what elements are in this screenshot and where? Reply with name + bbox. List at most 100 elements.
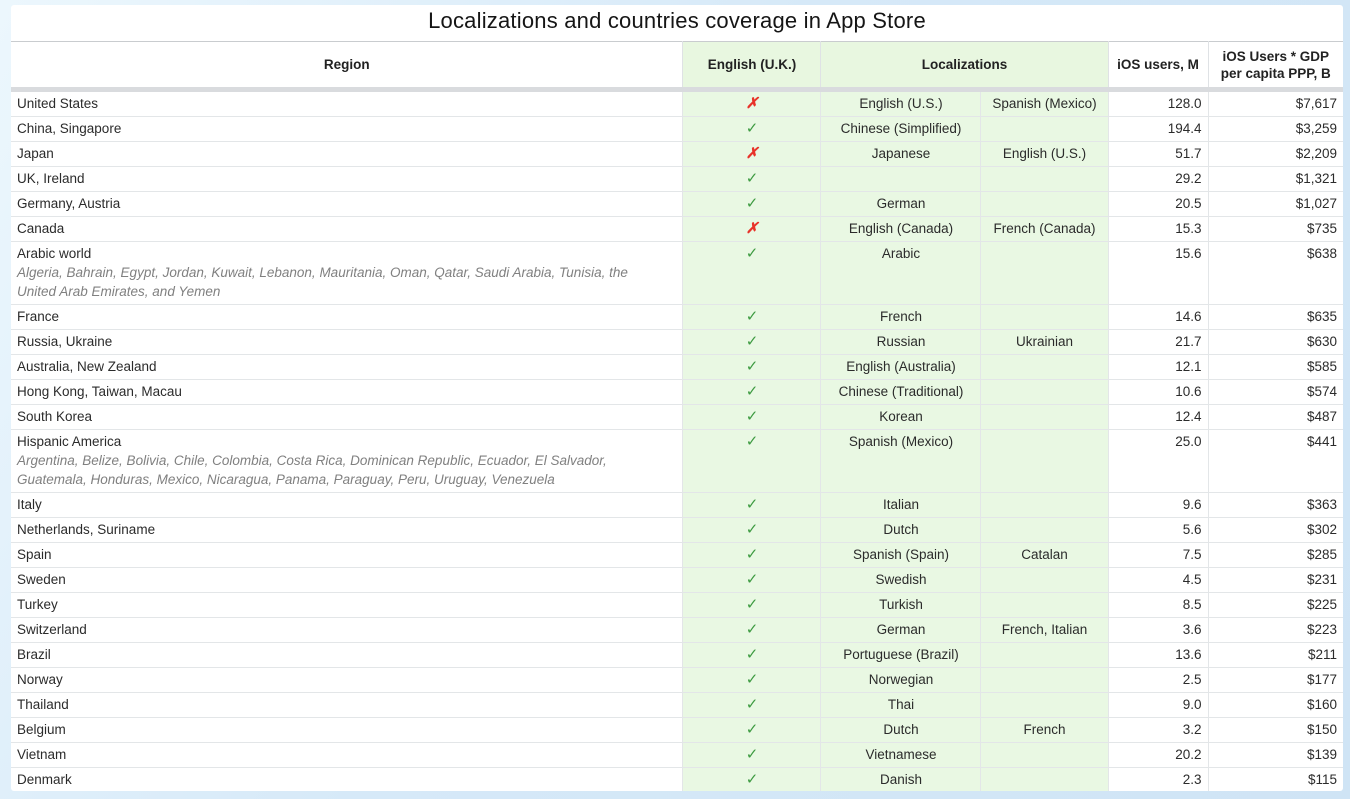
localization-2-cell <box>981 167 1108 192</box>
localization-2-cell <box>981 768 1108 792</box>
region-name: Denmark <box>17 771 676 789</box>
localization-2-cell <box>981 117 1108 142</box>
ios-users-cell: 2.3 <box>1108 768 1208 792</box>
localization-2-cell: French <box>981 718 1108 743</box>
cross-icon: ✗ <box>746 145 759 162</box>
table-row: Turkey✓Turkish8.5$225 <box>11 593 1343 618</box>
english-uk-cell: ✓ <box>683 643 821 668</box>
region-cell: Sweden <box>11 568 683 593</box>
region-cell: Canada <box>11 217 683 242</box>
check-icon: ✓ <box>746 571 759 588</box>
region-cell: UK, Ireland <box>11 167 683 192</box>
col-header-region: Region <box>11 42 683 90</box>
localization-1-cell: Korean <box>821 405 981 430</box>
check-icon: ✓ <box>746 546 759 563</box>
region-cell: Turkey <box>11 593 683 618</box>
col-header-localizations: Localizations <box>821 42 1108 90</box>
localization-2-cell <box>981 380 1108 405</box>
page-title: Localizations and countries coverage in … <box>11 5 1343 41</box>
localization-1-cell: Swedish <box>821 568 981 593</box>
region-name: Spain <box>17 546 676 564</box>
english-uk-cell: ✗ <box>683 217 821 242</box>
english-uk-cell: ✓ <box>683 518 821 543</box>
check-icon: ✓ <box>746 671 759 688</box>
ios-users-cell: 3.2 <box>1108 718 1208 743</box>
check-icon: ✓ <box>746 696 759 713</box>
localization-2-cell <box>981 405 1108 430</box>
table-row: France✓French14.6$635 <box>11 305 1343 330</box>
localization-1-cell: Russian <box>821 330 981 355</box>
gdp-cell: $7,617 <box>1208 90 1343 117</box>
localization-2-cell <box>981 192 1108 217</box>
english-uk-cell: ✗ <box>683 142 821 167</box>
region-country-list: Algeria, Bahrain, Egypt, Jordan, Kuwait,… <box>17 263 676 301</box>
cross-icon: ✗ <box>746 220 759 237</box>
localization-table: Region English (U.K.) Localizations iOS … <box>11 41 1343 791</box>
localization-1-cell: Arabic <box>821 242 981 305</box>
region-name: Italy <box>17 496 676 514</box>
region-name: Brazil <box>17 646 676 664</box>
localization-2-cell <box>981 668 1108 693</box>
region-cell: Japan <box>11 142 683 167</box>
table-row: Hispanic AmericaArgentina, Belize, Boliv… <box>11 430 1343 493</box>
localization-1-cell: French <box>821 305 981 330</box>
region-cell: Russia, Ukraine <box>11 330 683 355</box>
region-name: Canada <box>17 220 676 238</box>
gdp-cell: $2,209 <box>1208 142 1343 167</box>
ios-users-cell: 15.6 <box>1108 242 1208 305</box>
check-icon: ✓ <box>746 621 759 638</box>
english-uk-cell: ✓ <box>683 167 821 192</box>
region-cell: Thailand <box>11 693 683 718</box>
localization-2-cell <box>981 593 1108 618</box>
table-row: Russia, Ukraine✓RussianUkrainian21.7$630 <box>11 330 1343 355</box>
localization-1-cell: Italian <box>821 493 981 518</box>
gdp-cell: $160 <box>1208 693 1343 718</box>
english-uk-cell: ✓ <box>683 768 821 792</box>
ios-users-cell: 5.6 <box>1108 518 1208 543</box>
gdp-cell: $735 <box>1208 217 1343 242</box>
localization-2-cell <box>981 643 1108 668</box>
localization-2-cell <box>981 568 1108 593</box>
ios-users-cell: 13.6 <box>1108 643 1208 668</box>
check-icon: ✓ <box>746 358 759 375</box>
localization-2-cell: French, Italian <box>981 618 1108 643</box>
region-cell: Netherlands, Suriname <box>11 518 683 543</box>
table-row: Thailand✓Thai9.0$160 <box>11 693 1343 718</box>
ios-users-cell: 9.0 <box>1108 693 1208 718</box>
ios-users-cell: 194.4 <box>1108 117 1208 142</box>
english-uk-cell: ✓ <box>683 242 821 305</box>
region-name: Netherlands, Suriname <box>17 521 676 539</box>
english-uk-cell: ✓ <box>683 568 821 593</box>
table-row: Norway✓Norwegian2.5$177 <box>11 668 1343 693</box>
localization-1-cell: Portuguese (Brazil) <box>821 643 981 668</box>
check-icon: ✓ <box>746 746 759 763</box>
english-uk-cell: ✓ <box>683 117 821 142</box>
check-icon: ✓ <box>746 721 759 738</box>
table-row: Italy✓Italian9.6$363 <box>11 493 1343 518</box>
english-uk-cell: ✓ <box>683 430 821 493</box>
ios-users-cell: 10.6 <box>1108 380 1208 405</box>
table-body: United States✗English (U.S.)Spanish (Mex… <box>11 90 1343 792</box>
ios-users-cell: 12.1 <box>1108 355 1208 380</box>
ios-users-cell: 3.6 <box>1108 618 1208 643</box>
region-cell: Arabic worldAlgeria, Bahrain, Egypt, Jor… <box>11 242 683 305</box>
ios-users-cell: 14.6 <box>1108 305 1208 330</box>
localization-1-cell: Chinese (Traditional) <box>821 380 981 405</box>
table-row: Canada✗English (Canada)French (Canada)15… <box>11 217 1343 242</box>
region-name: Germany, Austria <box>17 195 676 213</box>
region-country-list: Argentina, Belize, Bolivia, Chile, Colom… <box>17 451 676 489</box>
localization-1-cell: Turkish <box>821 593 981 618</box>
col-header-gdp: iOS Users * GDP per capita PPP, B <box>1208 42 1343 90</box>
region-name: Sweden <box>17 571 676 589</box>
table-row: Sweden✓Swedish4.5$231 <box>11 568 1343 593</box>
english-uk-cell: ✓ <box>683 668 821 693</box>
table-row: Netherlands, Suriname✓Dutch5.6$302 <box>11 518 1343 543</box>
localization-1-cell: Dutch <box>821 718 981 743</box>
english-uk-cell: ✓ <box>683 192 821 217</box>
ios-users-cell: 8.5 <box>1108 593 1208 618</box>
region-name: Belgium <box>17 721 676 739</box>
localization-2-cell: Ukrainian <box>981 330 1108 355</box>
region-cell: South Korea <box>11 405 683 430</box>
gdp-cell: $630 <box>1208 330 1343 355</box>
gdp-cell: $574 <box>1208 380 1343 405</box>
